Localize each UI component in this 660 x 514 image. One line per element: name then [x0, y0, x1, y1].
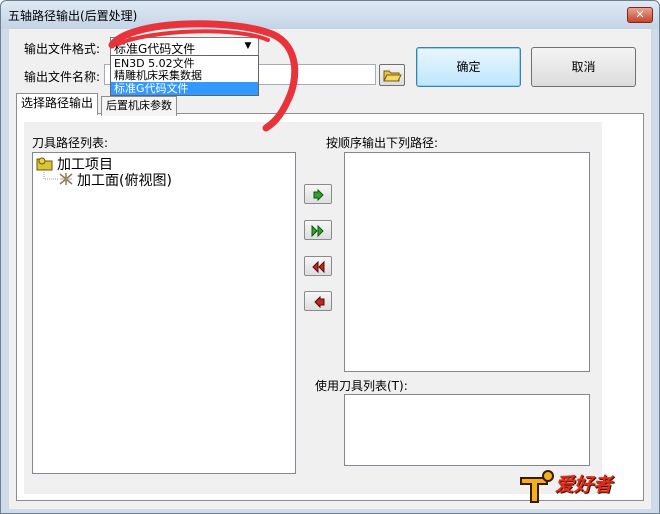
window-title: 五轴路径输出(后置处理) — [8, 9, 138, 23]
tool-list-label: 使用刀具列表(T): — [315, 379, 408, 393]
folder-open-icon — [383, 70, 402, 82]
close-button[interactable]: ✕ — [627, 7, 653, 23]
tree-item-surface-label: 加工面(俯视图) — [77, 173, 172, 189]
folder-project-icon — [36, 157, 53, 171]
file-format-select[interactable]: 标准G代码文件 ▼ — [110, 37, 259, 56]
tool-list[interactable] — [344, 394, 590, 466]
ok-button[interactable]: 确定 — [416, 47, 521, 87]
output-order-list[interactable] — [344, 152, 590, 372]
remove-selected-button[interactable] — [304, 291, 332, 311]
surface-icon — [59, 173, 73, 185]
dropdown-option-engraving-data[interactable]: 精雕机床采集数据 — [111, 69, 258, 82]
remove-all-button[interactable] — [304, 256, 332, 276]
tree-connector-line — [43, 170, 58, 180]
close-icon: ✕ — [635, 8, 645, 21]
tab-select-path-output[interactable]: 选择路径输出 — [16, 93, 99, 115]
output-order-label: 按顺序输出下列路径: — [326, 136, 439, 150]
file-format-label: 输出文件格式: — [24, 42, 101, 56]
double-arrow-right-icon — [311, 225, 324, 237]
file-format-dropdown-list: EN3D 5.02文件 精雕机床采集数据 标准G代码文件 — [110, 55, 259, 96]
browse-folder-button[interactable] — [379, 64, 405, 86]
site-watermark: 爱好者 — [515, 466, 647, 506]
add-all-button[interactable] — [304, 220, 332, 240]
watermark-text: 爱好者 — [555, 474, 613, 496]
double-arrow-left-icon — [312, 261, 325, 273]
cancel-button[interactable]: 取消 — [531, 47, 636, 87]
toolpath-list-label: 刀具路径列表: — [32, 136, 109, 150]
chevron-down-icon: ▼ — [244, 41, 252, 51]
file-name-label: 输出文件名称: — [24, 70, 101, 84]
tab-post-machine-params[interactable]: 后置机床参数 — [101, 96, 177, 116]
add-selected-button[interactable] — [304, 184, 332, 204]
toolpath-tree[interactable]: 加工项目 加工面(俯视图) — [32, 152, 296, 474]
watermark-logo-icon — [520, 470, 554, 503]
arrow-right-icon — [313, 189, 324, 201]
arrow-left-icon — [314, 296, 325, 308]
title-bar[interactable]: 五轴路径输出(后置处理) ✕ — [1, 1, 659, 29]
dropdown-option-standard-gcode[interactable]: 标准G代码文件 — [111, 82, 258, 95]
